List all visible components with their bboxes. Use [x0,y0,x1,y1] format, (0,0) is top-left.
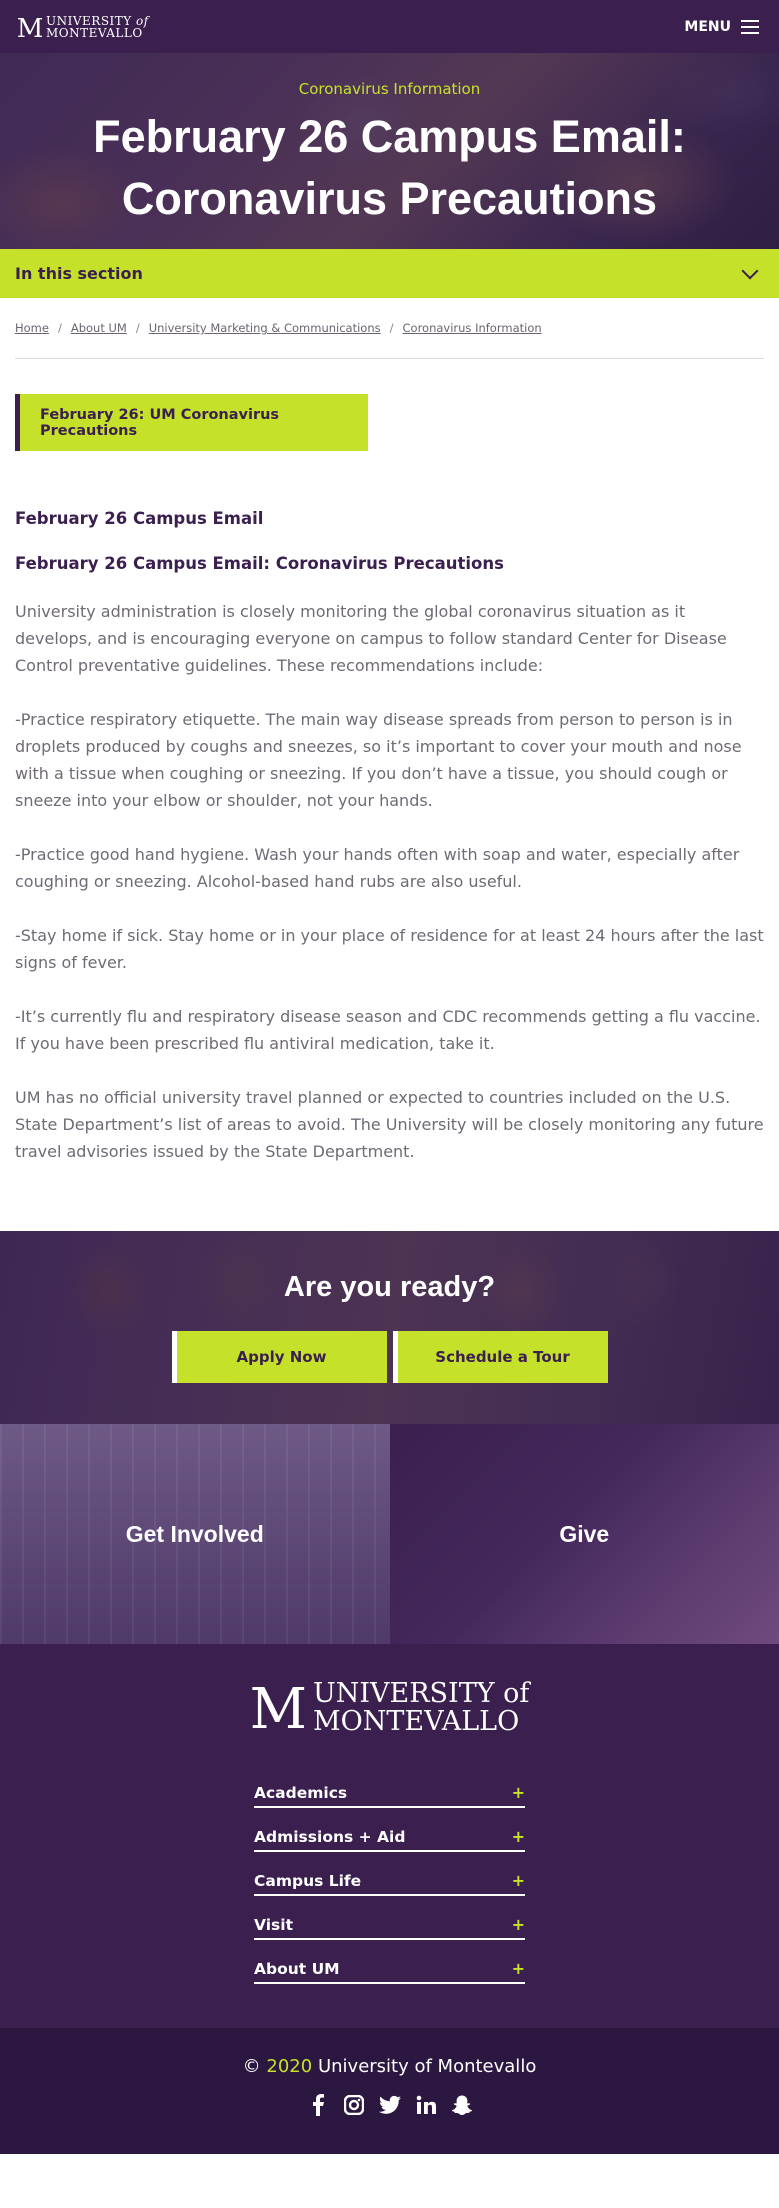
page-hero: Coronavirus Information February 26 Camp… [0,53,779,249]
page-title: February 26 Campus Email: Coronavirus Pr… [93,111,686,224]
page-callout-link[interactable]: February 26: UM Coronavirus Precautions [15,394,368,451]
logo-wordmark: UNIVERSITY of MONTEVALLO [46,13,149,40]
footer-link-academics[interactable]: Academics + [254,1764,525,1808]
footer-logo[interactable]: M UNIVERSITY of MONTEVALLO [0,1680,779,1738]
ready-title: Are you ready? [283,1271,496,1303]
plus-icon: + [511,1915,525,1934]
menu-label: MENU [684,18,731,35]
breadcrumb-home[interactable]: Home [15,321,49,335]
site-header: M UNIVERSITY of MONTEVALLO MENU [0,0,779,53]
article-paragraph: -Practice respiratory etiquette. The mai… [15,710,742,810]
section-nav-label: In this section [15,264,143,283]
are-you-ready-banner: Are you ready? Apply Now Schedule a Tour [0,1231,779,1424]
site-footer: M UNIVERSITY of MONTEVALLO Academics + Ad… [0,1644,779,2028]
promo-tiles: Get Involved Give [0,1424,779,1644]
social-links [0,2094,779,2116]
footer-bottom: © 2020 University of Montevallo [0,2028,779,2154]
apply-now-button[interactable]: Apply Now [171,1331,387,1383]
in-this-section-toggle[interactable]: In this section [0,249,779,298]
twitter-icon[interactable] [378,2094,401,2116]
university-logo[interactable]: M UNIVERSITY of MONTEVALLO [16,12,149,44]
give-tile[interactable]: Give [389,1424,779,1644]
get-involved-tile[interactable]: Get Involved [0,1424,390,1644]
article-paragraph: -It’s currently flu and respiratory dise… [15,1007,761,1053]
chevron-down-icon [741,262,759,279]
montevallo-m-icon: M [249,1677,307,1742]
hero-kicker: Coronavirus Information [298,80,481,98]
footer-link-campus-life[interactable]: Campus Life + [254,1852,525,1896]
article-paragraph: UM has no official university travel pla… [15,1088,764,1161]
instagram-icon[interactable] [343,2094,365,2116]
breadcrumb-marketing[interactable]: University Marketing & Communications [149,321,381,335]
plus-icon: + [511,1959,525,1978]
article-heading: February 26 Campus Email [15,509,264,528]
article-paragraph: -Practice good hand hygiene. Wash your h… [15,845,740,891]
montevallo-m-icon: M [16,13,44,44]
callout-label: February 26: UM Coronavirus Precautions [40,406,280,439]
give-label: Give [559,1520,610,1547]
footer-link-visit[interactable]: Visit + [254,1896,525,1940]
facebook-icon[interactable] [307,2094,329,2116]
menu-button[interactable]: MENU [684,19,759,35]
plus-icon: + [511,1827,525,1846]
breadcrumb-about-um[interactable]: About UM [71,321,127,335]
plus-icon: + [511,1871,525,1890]
article-body: February 26 Campus Email February 26 Cam… [0,509,779,1165]
linkedin-icon[interactable] [415,2094,437,2116]
hamburger-icon [741,19,759,34]
footer-wordmark: UNIVERSITY of MONTEVALLO [312,1678,530,1737]
get-involved-label: Get Involved [125,1520,264,1547]
footer-link-about[interactable]: About UM + [254,1940,525,1984]
article-paragraph: University administration is closely mon… [15,602,727,675]
footer-link-admissions[interactable]: Admissions + Aid + [254,1808,525,1852]
plus-icon: + [511,1783,525,1802]
article-paragraph: -Stay home if sick. Stay home or in your… [15,926,764,972]
snapchat-icon[interactable] [451,2094,473,2116]
breadcrumb-coronavirus[interactable]: Coronavirus Information [403,321,542,335]
schedule-tour-button[interactable]: Schedule a Tour [392,1331,608,1383]
footer-accordion: Academics + Admissions + Aid + Campus Life… [254,1764,525,1984]
breadcrumb: Home / About UM / University Marketing & C… [15,298,764,359]
copyright: © 2020 University of Montevallo [242,2056,537,2077]
article-subheading: February 26 Campus Email: Coronavirus Pr… [15,554,504,573]
